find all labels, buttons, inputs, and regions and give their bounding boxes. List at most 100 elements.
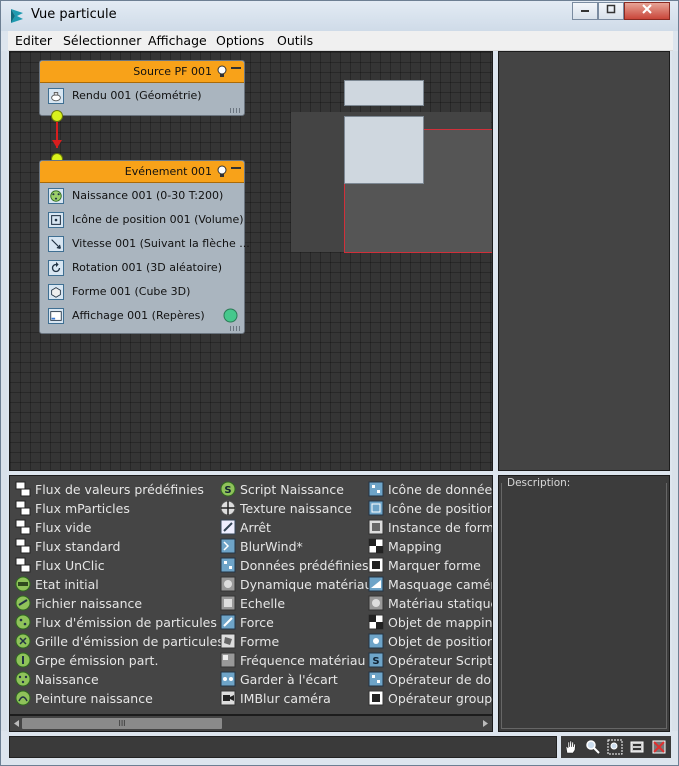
particle-graph-view[interactable]: Source PF 001 Rendu 001 (Géométrie) Evén… [9,51,493,471]
scale-icon [220,595,236,611]
operator-row[interactable]: Naissance 001 (0-30 T:200) [46,186,238,208]
scroll-left-icon[interactable] [12,718,22,729]
lightbulb-icon[interactable] [216,65,228,78]
minimap-source-node [344,80,424,106]
left-edge-handle[interactable] [1,51,7,731]
texture-icon [220,500,236,516]
mark-shape-icon [368,557,384,573]
stop-icon [220,519,236,535]
resize-grip[interactable] [230,108,242,113]
display-color-swatch[interactable] [223,308,238,323]
shape-icon [220,633,236,649]
camera-culling-icon [368,576,384,592]
zoom-extents-icon[interactable] [629,739,645,755]
status-bar [9,736,557,758]
material-frequency-icon [220,652,236,668]
collapse-icon[interactable] [231,63,241,73]
menu-edit[interactable]: Editer [15,33,52,48]
display-icon [48,308,64,324]
scroll-right-icon[interactable] [480,718,490,729]
wire-arrow-icon [52,140,62,148]
svg-text:S: S [224,485,231,496]
scrollbar-thumb[interactable]: III [22,718,222,729]
mapping-icon [368,538,384,554]
minimize-icon [581,10,589,12]
operator-row[interactable]: Affichage 001 (Repères) [46,306,238,328]
rotation-icon [48,260,64,276]
operator-depot[interactable]: Flux de valeurs prédéfinies Flux mPartic… [9,475,493,715]
keep-apart-icon [220,671,236,687]
event-node-header[interactable]: Evénement 001 [40,161,244,183]
shape-instance-icon [368,519,384,535]
imblur-icon [220,690,236,706]
pan-hand-icon[interactable] [563,739,579,755]
menu-display[interactable]: Affichage [148,33,207,48]
menu-options[interactable]: Options [216,33,264,48]
view-tools [561,736,671,758]
operator-row[interactable]: Icône de position 001 (Volume) [46,210,244,232]
shape-icon [48,284,64,300]
mapping-object-icon [368,614,384,630]
operator-row[interactable]: Forme 001 (Cube 3D) [46,282,238,304]
position-object-icon [368,633,384,649]
birth-icon [15,671,31,687]
script-icon: S [220,481,236,497]
operator-label: Forme 001 (Cube 3D) [72,285,191,298]
flow-icon [15,500,31,516]
force-icon [220,614,236,630]
menu-bar: Editer Sélectionner Affichage Options Ou… [8,31,673,51]
minimize-button[interactable] [572,2,598,20]
teapot-icon [48,88,64,104]
source-node-title: Source PF 001 [133,65,212,78]
source-node[interactable]: Source PF 001 Rendu 001 (Géométrie) [39,60,245,116]
parameters-panel[interactable] [498,51,670,471]
flow-icon [15,557,31,573]
window-title: Vue particule [31,7,117,22]
operator-row[interactable]: Rotation 001 (3D aléatoire) [46,258,238,280]
position-icon [368,500,384,516]
operator-row[interactable]: Rendu 001 (Géométrie) [46,86,238,108]
zoom-region-icon[interactable] [607,739,623,755]
operator-label: Naissance 001 (0-30 T:200) [72,189,224,202]
event-node[interactable]: Evénement 001 Naissance 001 (0-30 T:200)… [39,160,250,334]
svg-text:S: S [372,656,379,667]
flow-icon [15,519,31,535]
birth-icon [15,576,31,592]
source-output-socket[interactable] [51,110,63,122]
maximize-icon [606,4,616,14]
description-label: Description: [505,477,573,489]
speed-icon [48,236,64,252]
birth-icon [15,633,31,649]
maximize-button[interactable] [598,2,624,20]
flow-icon [15,481,31,497]
no-zoom-icon[interactable] [651,739,667,755]
description-panel: Description: [498,475,670,732]
resize-grip[interactable] [230,326,242,331]
operator-label: Rotation 001 (3D aléatoire) [72,261,222,274]
flow-icon [15,538,31,554]
source-node-header[interactable]: Source PF 001 [40,61,244,83]
birth-icon [15,614,31,630]
event-node-title: Evénement 001 [124,165,212,178]
menu-select[interactable]: Sélectionner [63,33,141,48]
operator-label: Vitesse 001 (Suivant la flèche ... [72,237,250,250]
group-operator-icon [368,690,384,706]
blurwind-icon [220,538,236,554]
right-edge-handle[interactable] [672,51,678,731]
lightbulb-icon[interactable] [216,165,228,178]
birth-icon [15,690,31,706]
title-bar[interactable]: Vue particule [1,1,678,31]
menu-tools[interactable]: Outils [277,33,313,48]
depot-horizontal-scrollbar[interactable]: III [9,715,493,732]
app-icon [11,9,23,23]
zoom-icon[interactable] [585,739,601,755]
close-button[interactable] [624,2,670,20]
data-icon [368,481,384,497]
material-icon [220,576,236,592]
collapse-icon[interactable] [231,163,241,173]
data-icon [220,557,236,573]
script-icon: S [368,652,384,668]
operator-row[interactable]: Vitesse 001 (Suivant la flèche ... [46,234,250,256]
description-frame [501,483,667,729]
position-icon [48,212,64,228]
